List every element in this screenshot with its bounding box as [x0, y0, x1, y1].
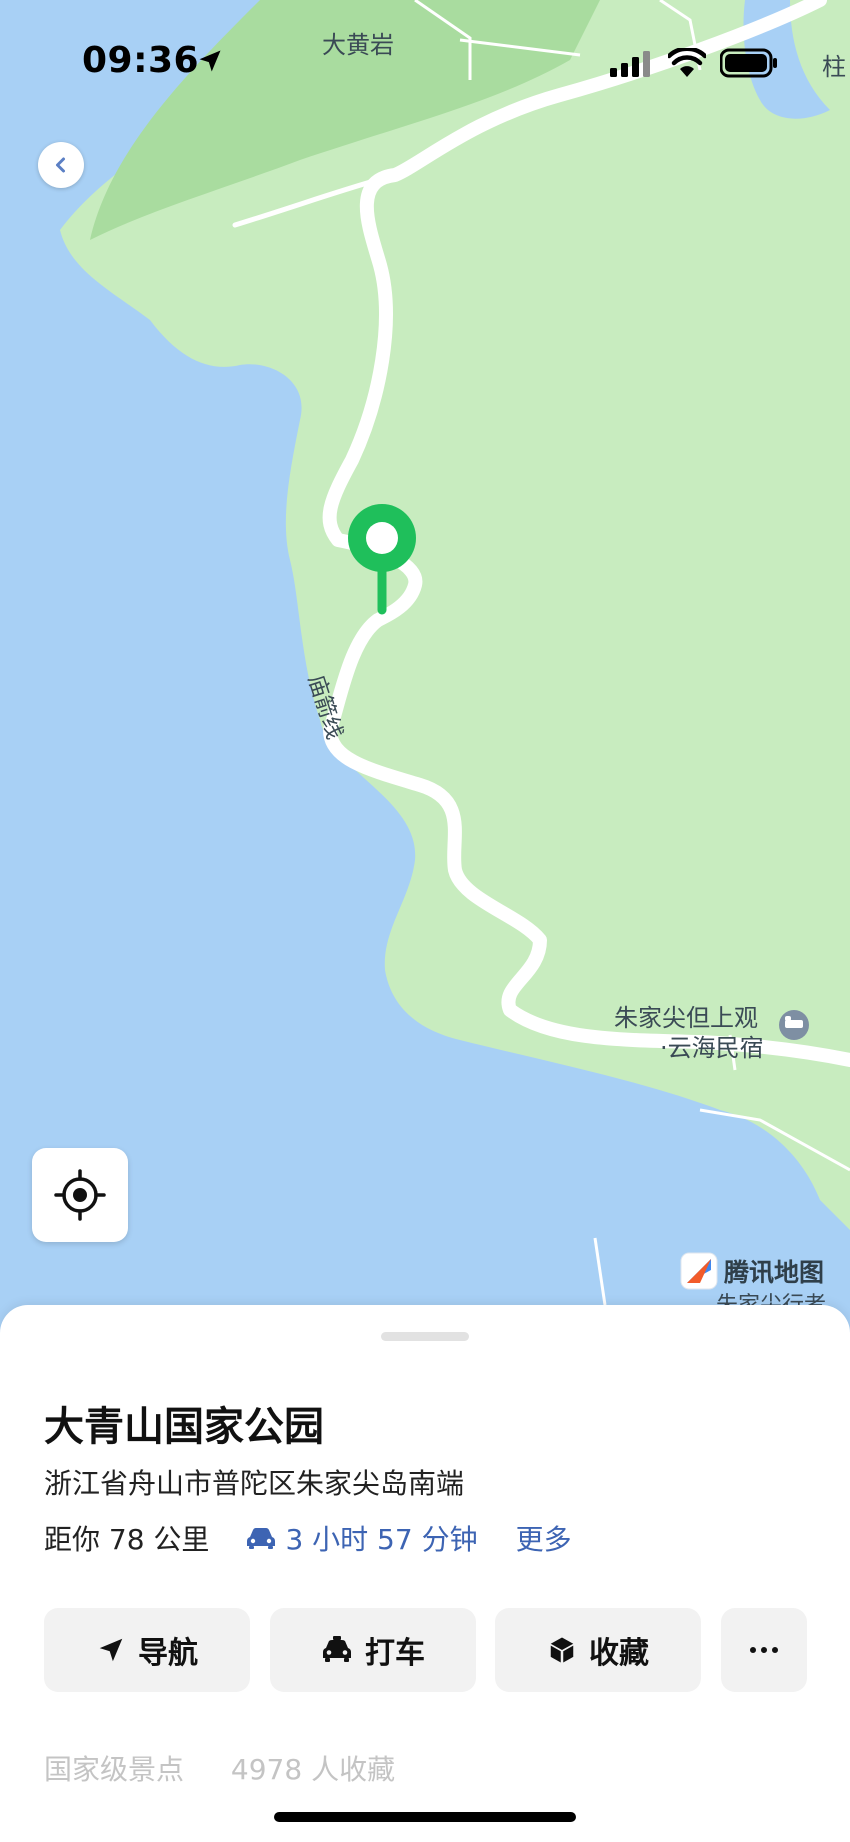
- place-stats: 国家级景点 4978 人收藏: [44, 1748, 395, 1788]
- drive-time-link[interactable]: 3 小时 57 分钟: [245, 1518, 478, 1558]
- signal-icon: [610, 51, 650, 77]
- wifi-icon: [668, 48, 706, 77]
- taxi-icon: [323, 1636, 351, 1662]
- more-routes-link[interactable]: 更多: [516, 1518, 572, 1558]
- navigation-arrow-icon: [99, 1638, 123, 1662]
- favorite-count: 4978 人收藏: [230, 1753, 396, 1786]
- brand-name: 腾讯地图: [724, 1258, 825, 1287]
- sheet-drag-handle[interactable]: [381, 1332, 469, 1341]
- navigate-label: 导航: [138, 1636, 198, 1671]
- map-label-hotel-line2[interactable]: ·云海民宿: [660, 1028, 764, 1063]
- chevron-left-icon: [56, 157, 65, 173]
- place-name: 大青山国家公园: [44, 1404, 324, 1450]
- status-time: 09:36: [82, 40, 200, 81]
- cube-favorite-icon: [550, 1637, 574, 1663]
- map-brand: 腾讯地图: [680, 1252, 824, 1290]
- favorite-button[interactable]: 收藏: [495, 1608, 701, 1692]
- locate-me-button[interactable]: [32, 1148, 128, 1242]
- crosshair-icon: [54, 1169, 106, 1221]
- battery-icon: [720, 48, 777, 78]
- place-address: 浙江省舟山市普陀区朱家尖岛南端: [44, 1467, 465, 1500]
- tencent-map-logo-icon: [680, 1252, 718, 1290]
- taxi-button[interactable]: 打车: [270, 1608, 476, 1692]
- more-actions-button[interactable]: [721, 1608, 807, 1692]
- ellipsis-icon: [750, 1647, 778, 1653]
- taxi-label: 打车: [365, 1636, 425, 1671]
- distance-text: 距你 78 公里: [44, 1523, 210, 1556]
- car-icon: [247, 1528, 276, 1549]
- place-category: 国家级景点: [44, 1753, 185, 1786]
- home-indicator[interactable]: [274, 1812, 576, 1822]
- place-meta: 距你 78 公里 3 小时 57 分钟 更多: [44, 1518, 572, 1558]
- favorite-label: 收藏: [589, 1636, 649, 1671]
- navigate-button[interactable]: 导航: [44, 1608, 250, 1692]
- location-services-icon: [199, 50, 221, 72]
- status-bar: 09:36: [0, 0, 850, 120]
- back-button[interactable]: [38, 142, 84, 188]
- drive-time-text: 3 小时 57 分钟: [285, 1523, 478, 1556]
- hotel-icon[interactable]: [779, 1010, 809, 1040]
